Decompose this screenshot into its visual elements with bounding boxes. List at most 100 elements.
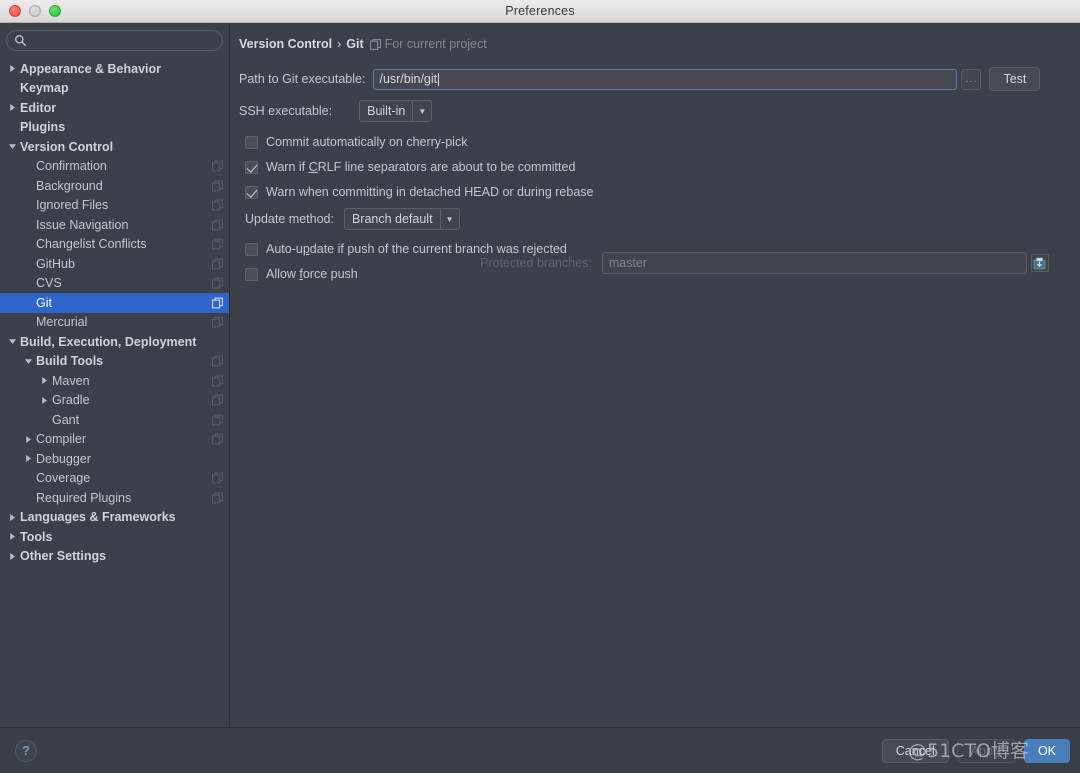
window-title: Preferences: [505, 4, 575, 18]
sidebar-item-coverage[interactable]: Coverage: [0, 469, 229, 489]
apply-button[interactable]: Apply: [956, 738, 1016, 763]
help-button[interactable]: ?: [15, 739, 37, 762]
sidebar-item-changelist-conflicts[interactable]: Changelist Conflicts: [0, 235, 229, 255]
twisty-collapsed-icon[interactable]: [38, 394, 50, 406]
sidebar-item-build-tools[interactable]: Build Tools: [0, 352, 229, 372]
sidebar-item-github[interactable]: GitHub: [0, 254, 229, 274]
twisty-expanded-icon[interactable]: [6, 336, 18, 348]
test-button[interactable]: Test: [989, 67, 1041, 91]
project-scope-icon: [212, 492, 223, 504]
sidebar-item-label: Languages & Frameworks: [20, 510, 176, 525]
sidebar-item-label: Gant: [52, 412, 80, 427]
twisty-expanded-icon[interactable]: [6, 141, 18, 153]
checkbox-row[interactable]: Commit automatically on cherry-pick: [245, 130, 1080, 154]
project-scope-icon: [369, 38, 381, 50]
sidebar-item-label: CVS: [36, 276, 62, 291]
protected-branches-input[interactable]: master: [601, 252, 1027, 274]
sidebar-item-compiler[interactable]: Compiler: [0, 430, 229, 450]
sidebar-item-label: Keymap: [20, 81, 69, 96]
browse-button[interactable]: ...: [961, 68, 982, 90]
breadcrumb-current: Git: [346, 37, 364, 51]
sidebar-item-gradle[interactable]: Gradle: [0, 391, 229, 411]
chevron-down-icon: ▼: [412, 101, 431, 121]
ssh-executable-label: SSH executable:: [239, 104, 333, 118]
ssh-executable-combo[interactable]: Built-in ▼: [359, 100, 433, 122]
update-method-combo[interactable]: Branch default ▼: [343, 208, 460, 230]
sidebar-item-tools[interactable]: Tools: [0, 527, 229, 547]
settings-sidebar: Appearance & Behavior Keymap Editor Plugins…: [0, 23, 230, 727]
breadcrumb-root[interactable]: Version Control: [239, 37, 332, 51]
sidebar-item-maven[interactable]: Maven: [0, 371, 229, 391]
twisty-collapsed-icon[interactable]: [6, 102, 18, 114]
sidebar-item-version-control[interactable]: Version Control: [0, 137, 229, 157]
sidebar-item-background[interactable]: Background: [0, 176, 229, 196]
footer-buttons: Cancel Apply OK: [881, 738, 1070, 763]
twisty-collapsed-icon[interactable]: [6, 531, 18, 543]
project-scope-icon: [212, 277, 223, 289]
sidebar-item-label: Changelist Conflicts: [36, 237, 147, 252]
sidebar-item-ignored-files[interactable]: Ignored Files: [0, 196, 229, 216]
twisty-collapsed-icon[interactable]: [6, 511, 18, 523]
protected-branches-label: Protected branches:: [480, 256, 592, 270]
checkbox-row[interactable]: Warn if CRLF line separators are about t…: [245, 155, 1080, 179]
sidebar-item-keymap[interactable]: Keymap: [0, 79, 229, 99]
ok-button[interactable]: OK: [1023, 738, 1070, 763]
sidebar-item-mercurial[interactable]: Mercurial: [0, 313, 229, 333]
sidebar-item-other-settings[interactable]: Other Settings: [0, 547, 229, 567]
twisty-collapsed-icon[interactable]: [22, 433, 34, 445]
checkbox-checked-icon[interactable]: [245, 160, 258, 174]
project-scope-icon: [212, 258, 223, 270]
sidebar-item-cvs[interactable]: CVS: [0, 274, 229, 294]
twisty-expanded-icon[interactable]: [22, 355, 34, 367]
dialog-footer: ? Cancel Apply OK: [0, 727, 1080, 773]
sidebar-item-confirmation[interactable]: Confirmation: [0, 157, 229, 177]
sidebar-item-gant[interactable]: Gant: [0, 410, 229, 430]
edit-list-icon[interactable]: [1030, 254, 1049, 272]
search-input[interactable]: [30, 33, 222, 48]
sidebar-item-label: Editor: [20, 100, 57, 115]
checkbox-unchecked-icon[interactable]: [245, 267, 258, 281]
checkbox-unchecked-icon[interactable]: [245, 242, 258, 256]
sidebar-item-git[interactable]: Git: [0, 293, 229, 313]
twisty-collapsed-icon[interactable]: [22, 453, 34, 465]
sidebar-item-appearance-behavior[interactable]: Appearance & Behavior: [0, 59, 229, 79]
twisty-collapsed-icon[interactable]: [38, 375, 50, 387]
sidebar-item-label: Issue Navigation: [36, 217, 129, 232]
checkbox-checked-icon[interactable]: [245, 185, 258, 199]
search-box[interactable]: [6, 30, 223, 51]
git-path-value: /usr/bin/git: [379, 72, 438, 86]
cancel-button[interactable]: Cancel: [881, 738, 949, 763]
checkbox-row[interactable]: Warn when committing in detached HEAD or…: [245, 180, 1080, 204]
git-path-input[interactable]: /usr/bin/git: [373, 68, 958, 90]
sidebar-item-label: Appearance & Behavior: [20, 61, 162, 76]
checkbox-unchecked-icon[interactable]: [245, 135, 258, 149]
sidebar-item-label: Debugger: [36, 451, 91, 466]
sidebar-item-issue-navigation[interactable]: Issue Navigation: [0, 215, 229, 235]
sidebar-item-debugger[interactable]: Debugger: [0, 449, 229, 469]
project-scope-icon: [212, 375, 223, 387]
sidebar-item-languages-frameworks[interactable]: Languages & Frameworks: [0, 508, 229, 528]
sidebar-item-label: Build Tools: [36, 354, 104, 369]
sidebar-item-plugins[interactable]: Plugins: [0, 118, 229, 138]
sidebar-item-label: Build, Execution, Deployment: [20, 334, 197, 349]
sidebar-item-label: GitHub: [36, 256, 75, 271]
checkbox-label: Commit automatically on cherry-pick: [266, 135, 468, 149]
sidebar-item-required-plugins[interactable]: Required Plugins: [0, 488, 229, 508]
sidebar-item-editor[interactable]: Editor: [0, 98, 229, 118]
preferences-window: Preferences Appearance & Behavior Keymap E…: [0, 0, 1080, 773]
sidebar-item-build-execution-deployment[interactable]: Build, Execution, Deployment: [0, 332, 229, 352]
search-container: [0, 23, 229, 55]
sidebar-item-label: Ignored Files: [36, 198, 109, 213]
chevron-down-icon: ▼: [439, 209, 459, 229]
twisty-collapsed-icon[interactable]: [6, 63, 18, 75]
twisty-collapsed-icon[interactable]: [6, 550, 18, 562]
sidebar-item-label: Mercurial: [36, 315, 88, 330]
